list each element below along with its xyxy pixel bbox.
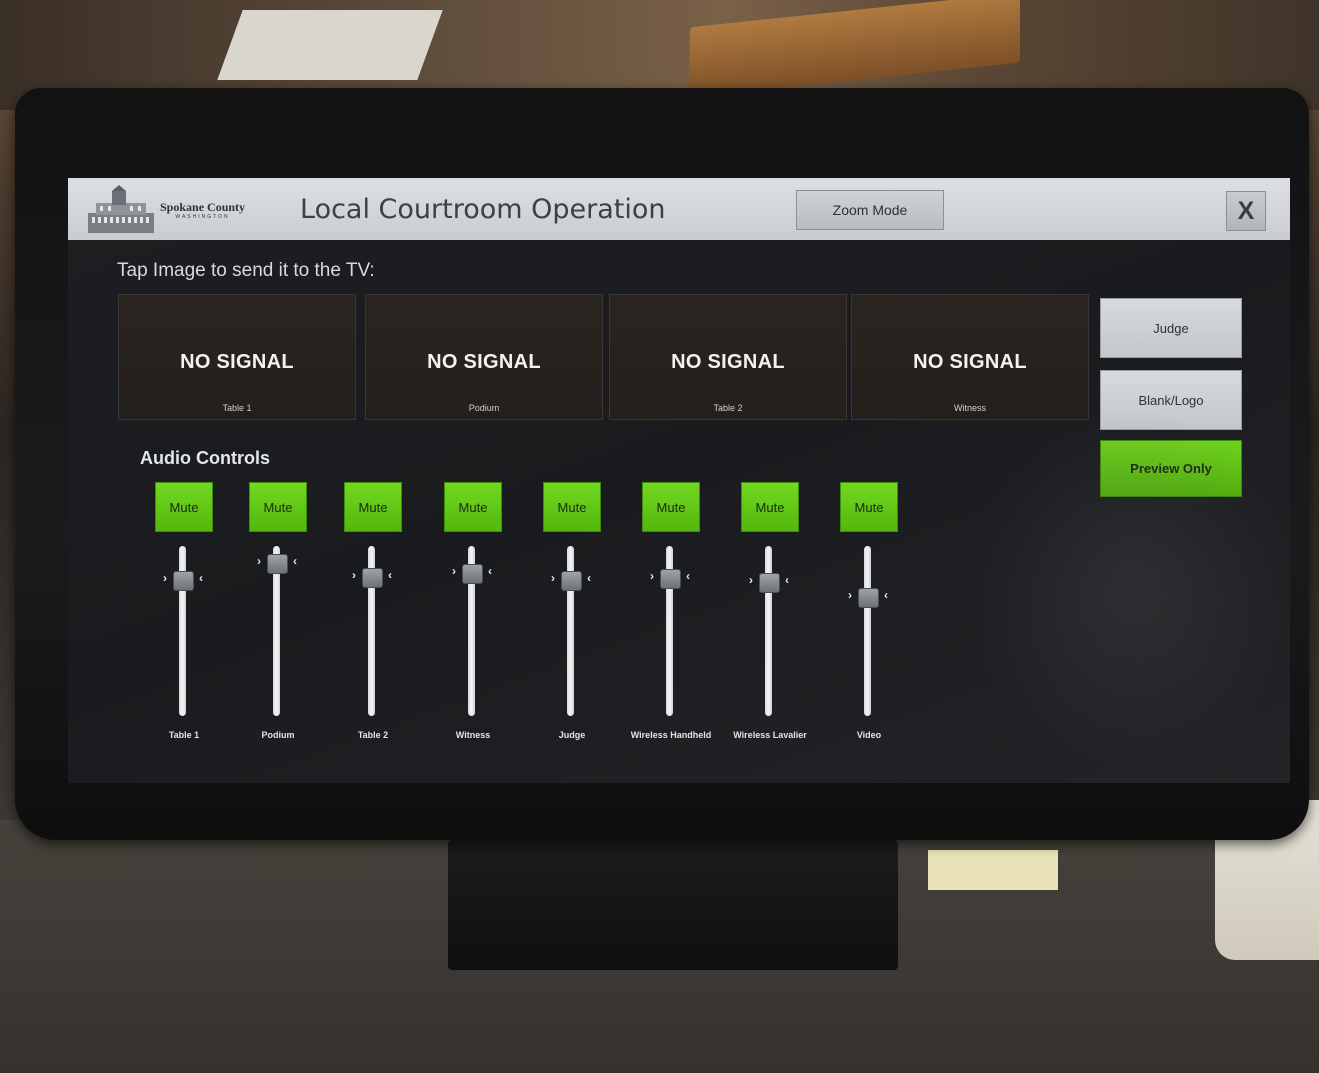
mute-button[interactable]: Mute [444, 482, 502, 532]
mute-button[interactable]: Mute [840, 482, 898, 532]
source-label: Witness [953, 403, 986, 413]
source-preview-witness[interactable]: NO SIGNAL Witness [851, 294, 1089, 420]
mute-button[interactable]: Mute [249, 482, 307, 532]
chevron-left-icon: ‹ [686, 569, 690, 584]
no-signal-text: NO SIGNAL [180, 351, 294, 373]
source-previews: NO SIGNAL Table 1 NO SIGNAL Podium NO SI… [118, 294, 1098, 422]
mute-button[interactable]: Mute [155, 482, 213, 532]
source-label: Table 1 [222, 403, 252, 413]
volume-slider-thumb[interactable] [858, 588, 879, 608]
channel-label: Podium [261, 730, 295, 740]
volume-slider-thumb[interactable] [462, 564, 483, 585]
zoom-mode-button[interactable]: Zoom Mode [796, 190, 944, 230]
volume-slider-thumb[interactable] [660, 569, 681, 590]
volume-slider-thumb[interactable] [362, 567, 383, 588]
mute-button[interactable]: Mute [344, 482, 402, 532]
chevron-right-icon: › [749, 572, 753, 587]
monitor-stand-base [448, 840, 898, 970]
volume-slider-thumb[interactable] [173, 571, 194, 591]
blank-logo-button[interactable]: Blank/Logo [1100, 370, 1242, 430]
audio-channel: Mute › ‹ Podium [233, 482, 323, 782]
chevron-right-icon: › [257, 554, 261, 568]
mute-button[interactable]: Mute [741, 482, 799, 532]
chevron-left-icon: ‹ [388, 567, 392, 582]
preview-only-button[interactable]: Preview Only [1100, 440, 1242, 497]
channel-label: Judge [558, 730, 586, 740]
volume-slider-thumb[interactable] [759, 572, 780, 593]
close-button[interactable]: X [1226, 191, 1266, 231]
no-signal-text: NO SIGNAL [427, 351, 541, 373]
channel-label: Wireless Lavalier [733, 730, 807, 740]
source-preview-table-2[interactable]: NO SIGNAL Table 2 [609, 294, 847, 420]
touch-panel-screen: Spokane County WASHINGTON Local Courtroo… [68, 178, 1290, 783]
mute-button[interactable]: Mute [642, 482, 700, 532]
logo-state: WASHINGTON [175, 213, 230, 220]
judge-button[interactable]: Judge [1100, 298, 1242, 358]
audio-channel: Mute › ‹ Table 1 [139, 482, 229, 782]
logo-name: Spokane County [160, 199, 246, 214]
source-label: Podium [468, 403, 500, 413]
chevron-left-icon: ‹ [785, 572, 789, 587]
chevron-left-icon: ‹ [293, 554, 297, 568]
page-title: Local Courtroom Operation [300, 194, 666, 225]
chevron-left-icon: ‹ [488, 564, 492, 579]
chevron-right-icon: › [452, 564, 456, 579]
volume-slider-track[interactable] [765, 546, 772, 716]
source-preview-table-1[interactable]: NO SIGNAL Table 1 [118, 294, 356, 420]
spokane-county-logo: Spokane County WASHINGTON [86, 183, 261, 237]
chevron-right-icon: › [650, 569, 654, 584]
chevron-left-icon: ‹ [884, 588, 888, 602]
header-bar: Spokane County WASHINGTON Local Courtroo… [68, 178, 1290, 240]
source-preview-podium[interactable]: NO SIGNAL Podium [365, 294, 603, 420]
channel-label: Wireless Handheld [630, 730, 712, 740]
channel-label: Witness [455, 730, 491, 740]
source-label: Table 2 [713, 403, 743, 413]
no-signal-text: NO SIGNAL [671, 351, 785, 373]
audio-channel: Mute › ‹ Table 2 [328, 482, 418, 782]
audio-channel: Mute › ‹ Video [824, 482, 914, 782]
channel-label: Table 1 [168, 730, 200, 740]
chevron-right-icon: › [163, 571, 167, 585]
audio-channel: Mute › ‹ Judge [527, 482, 617, 782]
courthouse-icon [86, 185, 156, 235]
chevron-left-icon: ‹ [199, 571, 203, 585]
volume-slider-track[interactable] [864, 546, 871, 716]
volume-slider-thumb[interactable] [561, 571, 582, 591]
sticky-note [928, 850, 1058, 890]
audio-channel: Mute › ‹ Wireless Lavalier [725, 482, 815, 782]
mute-button[interactable]: Mute [543, 482, 601, 532]
channel-label: Video [856, 730, 882, 740]
audio-channel: Mute › ‹ Wireless Handheld [626, 482, 716, 782]
no-signal-text: NO SIGNAL [913, 351, 1027, 373]
audio-channel: Mute › ‹ Witness [428, 482, 518, 782]
audio-controls-title: Audio Controls [140, 448, 270, 468]
send-to-tv-prompt: Tap Image to send it to the TV: [117, 260, 375, 281]
chevron-left-icon: ‹ [587, 571, 591, 585]
chevron-right-icon: › [848, 588, 852, 602]
channel-label: Table 2 [357, 730, 389, 740]
volume-slider-thumb[interactable] [267, 554, 288, 574]
chevron-right-icon: › [352, 567, 356, 582]
chevron-right-icon: › [551, 571, 555, 585]
background-paper [217, 10, 443, 80]
